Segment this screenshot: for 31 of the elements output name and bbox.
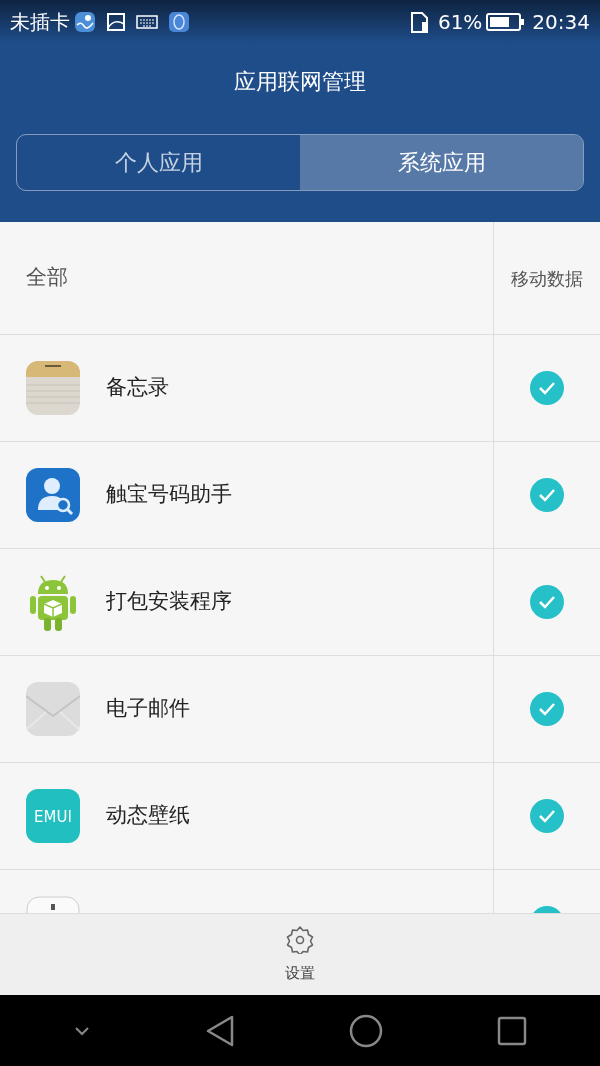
contact-search-icon (26, 468, 80, 522)
app-name: 备忘录 (106, 374, 169, 402)
segment-tab[interactable]: 个人应用 (17, 135, 300, 190)
settings-label[interactable]: 设置 (285, 962, 315, 985)
app-name: 电子邮件 (106, 695, 190, 723)
image-icon (106, 11, 126, 32)
column-header: 移动数据 (511, 266, 583, 291)
notepad-icon (26, 361, 80, 415)
home-icon[interactable] (349, 1013, 383, 1048)
app-name: 打包安装程序 (106, 588, 232, 616)
settings-icon[interactable] (285, 924, 315, 955)
filter-label: 全部 (26, 265, 68, 290)
recents-icon[interactable] (497, 1015, 527, 1046)
screen-title: 应用联网管理 (233, 68, 367, 96)
checkbox[interactable] (530, 478, 564, 512)
checkbox[interactable] (530, 585, 564, 619)
segment-tab[interactable]: 系统应用 (300, 135, 583, 190)
clock-text: 20:34 (532, 8, 590, 36)
carrier-text: 未插卡 (10, 8, 70, 36)
checkbox[interactable] (530, 371, 564, 405)
keyboard-icon (136, 13, 158, 30)
checkbox[interactable] (530, 799, 564, 833)
battery-icon (486, 11, 525, 32)
app-name: 动态壁纸 (106, 802, 190, 830)
chevron-down-icon[interactable] (73, 1024, 91, 1037)
envelope-icon (26, 682, 80, 736)
back-icon[interactable] (205, 1014, 235, 1047)
checkbox[interactable] (530, 692, 564, 726)
emui-logo-icon: EMUI (26, 789, 80, 843)
battery-percent: 61% (437, 8, 483, 36)
app-name: 触宝号码助手 (106, 481, 232, 509)
